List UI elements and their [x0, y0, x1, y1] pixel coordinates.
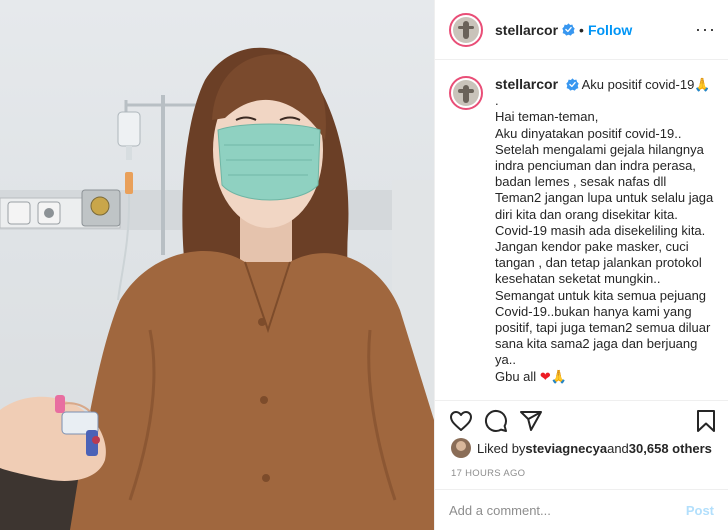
more-options-icon[interactable]: ··· — [695, 19, 716, 40]
caption-text: . Hai teman-teman, Aku dinyatakan positi… — [495, 93, 714, 385]
liker-username[interactable]: steviagnecya — [525, 441, 607, 456]
caption-line: Teman2 jangan lupa untuk selalu jaga — [495, 190, 714, 206]
caption-line: tangan , dan tetap jalankan protokol — [495, 255, 702, 271]
caption-line: Setelah mengalami gejala hilangnya — [495, 141, 704, 157]
caption-avatar[interactable] — [449, 76, 483, 110]
caption-area: stellarcor Aku positif covid-19🙏 . Hai t… — [435, 60, 728, 400]
post-photo-illustration — [0, 47, 434, 530]
likes-and: and — [607, 440, 629, 456]
caption-line: Hai teman-teman, — [495, 109, 599, 125]
caption-line: Covid-19 masih ada disekeliling kita. — [495, 222, 706, 238]
caption-line: positif, tapi juga teman2 semua diluar — [495, 320, 711, 336]
caption-body: stellarcor Aku positif covid-19🙏 . Hai t… — [495, 76, 714, 385]
comment-box: Add a comment... Post — [435, 489, 728, 530]
instagram-post: stellarcor • Follow ··· stellarcor Aku p… — [0, 0, 728, 530]
header-username[interactable]: stellarcor — [495, 22, 558, 38]
action-bar — [435, 400, 728, 440]
speech-bubble-icon[interactable] — [484, 409, 508, 433]
follow-button[interactable]: Follow — [588, 22, 632, 38]
caption-line: ya.. — [495, 352, 516, 368]
post-timestamp[interactable]: 17 HOURS AGO — [451, 468, 525, 479]
verified-badge-icon — [562, 23, 575, 36]
pray-emoji-icon: 🙏 — [550, 368, 567, 384]
likes-count[interactable]: 30,658 others — [629, 441, 712, 456]
verified-badge-icon — [565, 78, 579, 91]
caption-first-line: stellarcor Aku positif covid-19🙏 — [495, 76, 714, 93]
paper-plane-icon[interactable] — [519, 409, 543, 433]
caption-line: Jangan kendor pake masker, cuci — [495, 239, 689, 255]
caption-username[interactable]: stellarcor — [495, 76, 558, 92]
caption-line: . — [495, 93, 499, 109]
comment-input[interactable]: Add a comment... — [449, 503, 686, 518]
post-comment-button[interactable]: Post — [686, 503, 714, 518]
heart-emoji-icon: ❤ — [539, 368, 551, 384]
caption-line: Covid-19..bukan hanya kami yang — [495, 303, 692, 319]
liker-avatar[interactable] — [451, 438, 471, 458]
post-side-panel: stellarcor • Follow ··· stellarcor Aku p… — [434, 0, 728, 530]
caption-line: badan lemes , sesak nafas dll — [495, 174, 667, 190]
likes-prefix: Liked by — [477, 440, 526, 456]
caption-line: Semangat untuk kita semua pejuang — [495, 287, 707, 303]
bookmark-icon[interactable] — [695, 409, 717, 433]
caption-line: sana kita sama2 jaga dan berjuang — [495, 336, 698, 352]
caption-line: Aku dinyatakan positif covid-19.. — [495, 125, 682, 141]
caption-line: indra penciuman dan indra perasa, — [495, 158, 696, 174]
post-photo[interactable] — [0, 0, 434, 530]
caption-line: kesehatan seketat mungkin.. — [495, 271, 661, 287]
caption-row: stellarcor Aku positif covid-19🙏 . Hai t… — [449, 76, 714, 385]
caption-last-line: Gbu all ❤🙏 — [495, 369, 714, 385]
caption-line: diri kita dan orang disekitar kita. — [495, 206, 678, 222]
likes-summary: Liked by steviagnecya and 30,658 others — [451, 438, 712, 458]
caption-last-text: Gbu all — [495, 368, 540, 384]
heart-outline-icon[interactable] — [449, 409, 473, 433]
avatar[interactable] — [449, 12, 483, 47]
header-separator: • — [579, 21, 584, 38]
caption-title: Aku positif covid-19🙏 — [581, 77, 711, 92]
post-header: stellarcor • Follow ··· — [435, 0, 728, 60]
